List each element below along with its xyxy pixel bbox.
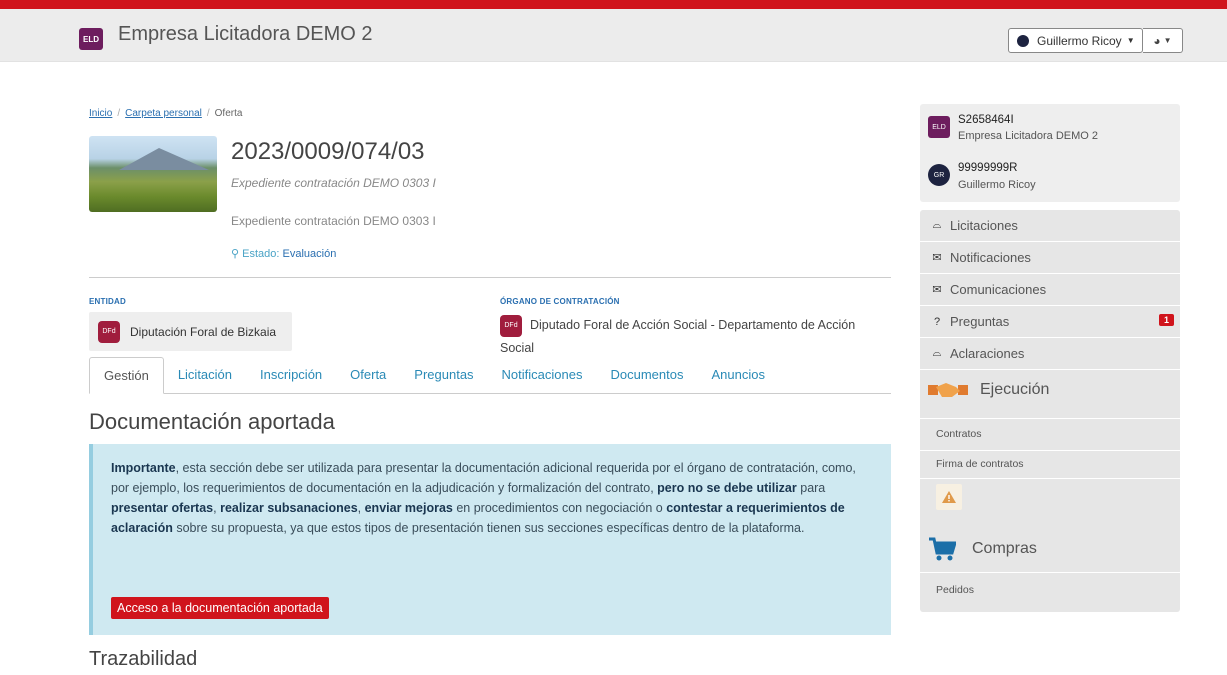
top-accent-bar (0, 0, 1227, 9)
breadcrumb: Inicio / Carpeta personal / Oferta (89, 108, 243, 119)
tab-bar: Gestión Licitación Inscripción Oferta Pr… (89, 357, 891, 394)
entidad-name: Diputación Foral de Bizkaia (130, 324, 277, 339)
map-pin-icon: ⚲ (231, 248, 240, 260)
avatar: GR (928, 164, 950, 186)
section-title: Documentación aportada (89, 409, 335, 434)
entidad-card: DFd Diputación Foral de Bizkaia (89, 312, 292, 351)
count-badge: 1 (1158, 314, 1174, 326)
breadcrumb-inicio[interactable]: Inicio (89, 108, 112, 119)
organo-name: Diputado Foral de Acción Social - Depart… (500, 318, 856, 355)
sidebar-item-preguntas[interactable]: ? Preguntas 1 (920, 306, 1180, 338)
organo-label: ÓRGANO DE CONTRATACIÓN (500, 297, 620, 306)
breadcrumb-current: Oferta (214, 108, 243, 119)
user-id: 99999999R (958, 162, 1018, 174)
company-badge: ELD (928, 116, 950, 138)
info-text: Importante, esta sección debe ser utiliz… (111, 461, 856, 535)
divider (920, 450, 1180, 451)
expediente-description: Expediente contratación DEMO 0303 I (231, 214, 436, 228)
handshake-icon (928, 383, 968, 397)
tab-notificaciones[interactable]: Notificaciones (488, 357, 597, 393)
expediente-subtitle: Expediente contratación DEMO 0303 I (231, 176, 436, 190)
status-label: Estado: (242, 248, 280, 260)
link-firma-contratos[interactable]: Firma de contratos (920, 458, 1180, 470)
sidebar-menu: ⌓ Licitaciones ✉ Notificaciones ✉ Comunicac… (920, 210, 1180, 612)
access-documentation-button[interactable]: Acceso a la documentación aportada (111, 597, 329, 619)
divider (920, 478, 1180, 479)
divider (920, 572, 1180, 573)
user-name: Guillermo Ricoy (958, 179, 1036, 191)
question-icon: ? (933, 315, 941, 328)
envelope-icon: ✉ (932, 252, 942, 264)
status-value: Evaluación (282, 248, 337, 260)
compras-header: Compras (920, 534, 1180, 564)
warning-icon[interactable] (936, 484, 962, 510)
link-contratos[interactable]: Contratos (920, 428, 1180, 440)
ejecucion-header: Ejecución (920, 376, 1180, 404)
organo-card: DFd Diputado Foral de Acción Social - Dep… (500, 314, 870, 359)
sidebar-profile: ELD S2658464I Empresa Licitadora DEMO 2 … (920, 104, 1180, 202)
tab-gestion[interactable]: Gestión (89, 357, 164, 394)
link-pedidos[interactable]: Pedidos (920, 584, 1180, 596)
divider (920, 418, 1180, 419)
info-alert: Importante, esta sección debe ser utiliz… (89, 444, 891, 635)
tab-licitacion[interactable]: Licitación (164, 357, 246, 393)
breadcrumb-carpeta[interactable]: Carpeta personal (125, 108, 202, 119)
trazabilidad-title: Trazabilidad (89, 648, 198, 670)
status-badge: ⚲ Estado: Evaluación (231, 247, 336, 260)
cart-icon (929, 537, 956, 561)
tab-oferta[interactable]: Oferta (336, 357, 400, 393)
top-header: ELD Empresa Licitadora DEMO 2 Guillermo … (0, 9, 1227, 62)
sidebar-item-aclaraciones[interactable]: ⌓ Aclaraciones (920, 338, 1180, 370)
user-menu-button[interactable]: Guillermo Ricoy ▼ (1008, 28, 1143, 53)
sidebar-item-licitaciones[interactable]: ⌓ Licitaciones (920, 210, 1180, 242)
tab-preguntas[interactable]: Preguntas (400, 357, 487, 393)
entidad-label: ENTIDAD (89, 297, 126, 306)
entidad-logo: DFd (98, 320, 120, 343)
chevron-down-icon: ▼ (1163, 36, 1172, 45)
tab-documentos[interactable]: Documentos (596, 357, 697, 393)
inbox-icon: ⌓ (932, 347, 942, 359)
divider (89, 277, 891, 278)
organo-logo: DFd (500, 314, 522, 337)
inbox-icon: ⌓ (932, 219, 942, 231)
globe-icon: ◕ (1153, 33, 1161, 48)
expediente-image (89, 136, 217, 212)
company-badge: ELD (79, 28, 103, 50)
user-menu-label: Guillermo Ricoy (1037, 33, 1122, 48)
chevron-down-icon: ▼ (1126, 36, 1135, 45)
company-name: Empresa Licitadora DEMO 2 (958, 130, 1098, 142)
tab-inscripcion[interactable]: Inscripción (246, 357, 336, 393)
envelope-icon: ✉ (932, 284, 942, 296)
company-title[interactable]: Empresa Licitadora DEMO 2 (118, 23, 373, 46)
language-button[interactable]: ◕ ▼ (1143, 28, 1183, 53)
sidebar-item-notificaciones[interactable]: ✉ Notificaciones (920, 242, 1180, 274)
company-id: S2658464I (958, 114, 1014, 126)
sidebar-item-comunicaciones[interactable]: ✉ Comunicaciones (920, 274, 1180, 306)
page-title: 2023/0009/074/03 (231, 138, 425, 165)
user-avatar-icon (1017, 34, 1029, 47)
tab-anuncios[interactable]: Anuncios (697, 357, 778, 393)
